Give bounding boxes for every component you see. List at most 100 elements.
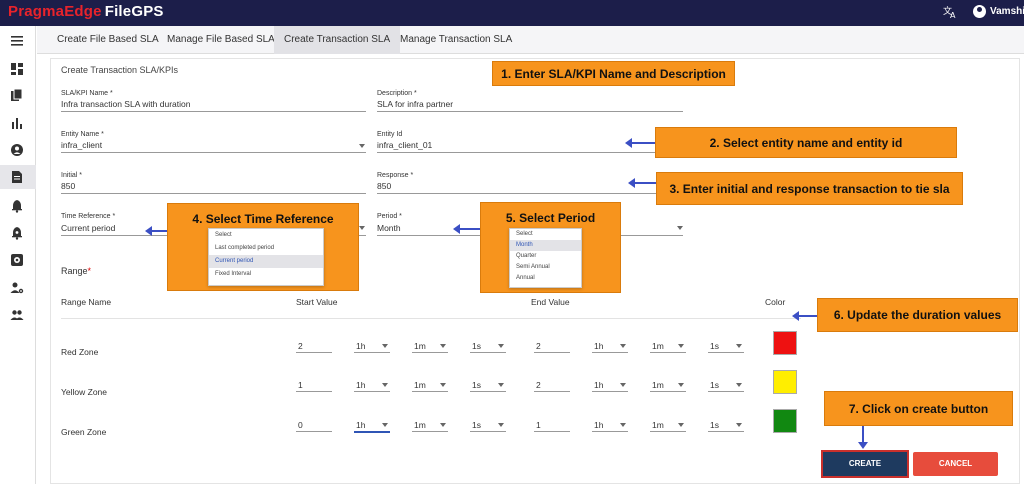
select-underline [470,391,506,392]
yellow-end-input[interactable]: 2 [536,380,541,390]
cancel-button[interactable]: CANCEL [913,452,998,476]
red-color-swatch[interactable] [773,331,797,355]
red-start-seconds-select[interactable]: 1s [472,341,481,351]
chevron-down-icon[interactable] [677,226,683,230]
arrow-icon [628,178,656,188]
sla-name-input[interactable]: Infra transaction SLA with duration [61,99,190,109]
bar-chart-icon[interactable] [10,116,24,130]
chevron-down-icon[interactable] [678,344,684,348]
dropdown-option[interactable]: Semi Annual [510,262,581,273]
chevron-down-icon[interactable] [382,423,388,427]
input-underline [296,352,332,353]
hamburger-icon[interactable] [10,34,24,48]
yellow-start-minutes-select[interactable]: 1m [414,380,426,390]
dropdown-option[interactable]: Fixed Interval [209,268,323,281]
red-start-minutes-select[interactable]: 1m [414,341,426,351]
yellow-start-input[interactable]: 1 [298,380,303,390]
chevron-down-icon[interactable] [359,226,365,230]
time-reference-select[interactable]: Current period [61,223,115,233]
user-icon[interactable] [973,5,986,18]
red-end-minutes-select[interactable]: 1m [652,341,664,351]
chevron-down-icon[interactable] [440,423,446,427]
response-underline [377,193,683,194]
green-end-minutes-select[interactable]: 1m [652,420,664,430]
chevron-down-icon[interactable] [736,383,742,387]
dropdown-option[interactable]: Select [510,229,581,240]
callout-step-7: 7. Click on create button [824,391,1013,426]
dropdown-option[interactable]: Last completed period [209,242,323,255]
tab-manage-transaction-sla[interactable]: Manage Transaction SLA [390,26,522,54]
green-start-minutes-select[interactable]: 1m [414,420,426,430]
green-end-seconds-select[interactable]: 1s [710,420,719,430]
chevron-down-icon[interactable] [620,344,626,348]
tab-create-transaction-sla[interactable]: Create Transaction SLA [274,26,401,54]
green-start-hours-select[interactable]: 1h [356,420,365,430]
chevron-down-icon[interactable] [440,344,446,348]
dropdown-option[interactable]: Annual [510,273,581,284]
chevron-down-icon[interactable] [498,344,504,348]
bell-icon[interactable] [10,199,24,213]
tab-create-file-sla[interactable]: Create File Based SLA [47,26,169,54]
chevron-down-icon[interactable] [620,423,626,427]
dropdown-option[interactable]: Quarter [510,251,581,262]
yellow-end-hours-select[interactable]: 1h [594,380,603,390]
initial-input[interactable]: 850 [61,181,75,191]
translate-icon[interactable]: 文A [942,4,958,20]
red-start-hours-select[interactable]: 1h [356,341,365,351]
chevron-down-icon[interactable] [620,383,626,387]
yellow-end-minutes-select[interactable]: 1m [652,380,664,390]
yellow-start-hours-select[interactable]: 1h [356,380,365,390]
entity-name-select[interactable]: infra_client [61,140,102,150]
green-start-input[interactable]: 0 [298,420,303,430]
document-icon[interactable] [0,165,36,189]
gear-box-icon[interactable] [10,253,24,267]
green-start-seconds-select[interactable]: 1s [472,420,481,430]
color-header: Color [765,297,786,307]
tab-manage-file-sla[interactable]: Manage File Based SLA [157,26,285,54]
red-end-hours-select[interactable]: 1h [594,341,603,351]
brand-logo[interactable]: PragmaEdge FileGPS [8,3,164,20]
chevron-down-icon[interactable] [440,383,446,387]
bell-settings-icon[interactable] [10,226,24,240]
period-select[interactable]: Month [377,223,401,233]
create-button[interactable]: CREATE [821,450,909,478]
select-underline [412,352,448,353]
chevron-down-icon[interactable] [678,383,684,387]
chevron-down-icon[interactable] [736,423,742,427]
user-settings-icon[interactable] [10,281,24,295]
sidebar [0,26,36,484]
red-end-seconds-select[interactable]: 1s [710,341,719,351]
select-underline [708,391,744,392]
dashboard-icon[interactable] [10,62,24,76]
red-start-input[interactable]: 2 [298,341,303,351]
green-end-hours-select[interactable]: 1h [594,420,603,430]
dropdown-option-selected[interactable]: Month [510,240,581,251]
chevron-down-icon[interactable] [498,423,504,427]
range-label: Range* [61,266,92,276]
group-icon[interactable] [10,308,24,322]
red-end-input[interactable]: 2 [536,341,541,351]
files-icon[interactable] [10,88,24,102]
green-color-swatch[interactable] [773,409,797,433]
description-input[interactable]: SLA for infra partner [377,99,453,109]
dropdown-option[interactable]: Select [209,229,323,242]
user-name[interactable]: Vamshi [990,6,1024,17]
dropdown-option-selected[interactable]: Current period [209,255,323,268]
green-end-input[interactable]: 1 [536,420,541,430]
entity-name-label: Entity Name * [61,131,104,138]
product-name: FileGPS [104,3,164,20]
account-circle-icon[interactable] [10,143,24,157]
chevron-down-icon[interactable] [498,383,504,387]
chevron-down-icon[interactable] [382,344,388,348]
chevron-down-icon[interactable] [678,423,684,427]
entity-id-input[interactable]: infra_client_01 [377,140,432,150]
chevron-down-icon[interactable] [736,344,742,348]
yellow-color-swatch[interactable] [773,370,797,394]
zone-name: Yellow Zone [61,387,107,397]
arrow-icon [792,311,817,321]
chevron-down-icon[interactable] [359,144,365,148]
chevron-down-icon[interactable] [382,383,388,387]
response-input[interactable]: 850 [377,181,391,191]
yellow-end-seconds-select[interactable]: 1s [710,380,719,390]
yellow-start-seconds-select[interactable]: 1s [472,380,481,390]
